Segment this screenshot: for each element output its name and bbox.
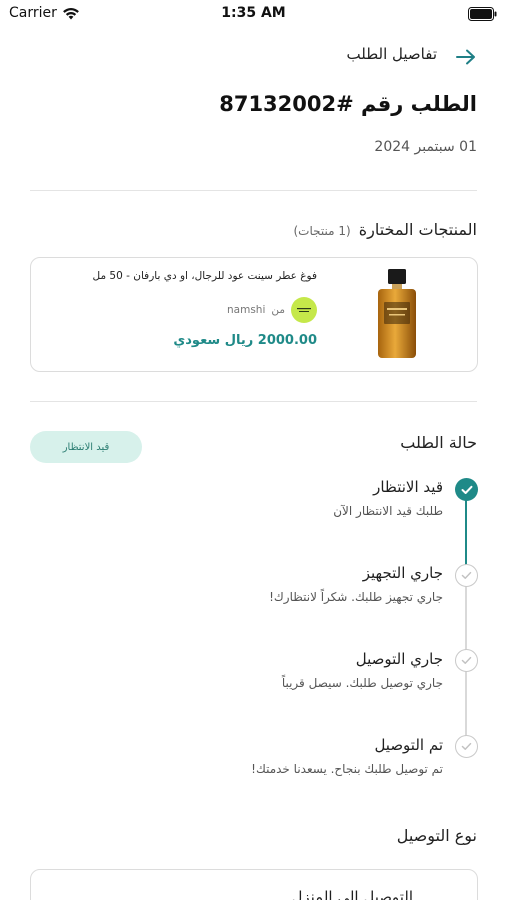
status-section-title: حالة الطلب bbox=[400, 433, 477, 452]
order-date: 01 سبتمبر 2024 bbox=[374, 139, 477, 155]
step-desc-delivering: جاري توصيل طلبك. سيصل قريباً bbox=[281, 676, 443, 690]
delivery-section-header: نوع التوصيل bbox=[397, 826, 477, 845]
timeline-connector-active bbox=[465, 500, 467, 566]
order-number-title: الطلب رقم #87132002 bbox=[219, 92, 477, 116]
timeline-connector bbox=[465, 671, 467, 736]
step-check-icon bbox=[455, 649, 478, 672]
step-desc-delivered: تم توصيل طلبك بنجاح. يسعدنا خدمتك! bbox=[251, 762, 443, 776]
back-button[interactable] bbox=[453, 44, 479, 70]
products-section-header: المنتجات المختارة (1 منتجات) bbox=[294, 220, 478, 239]
step-title-delivered: تم التوصيل bbox=[374, 736, 443, 754]
product-price: 2000.00 ريال سعودي bbox=[173, 333, 317, 348]
seller-from-label: من bbox=[271, 304, 285, 316]
clock: 1:35 AM bbox=[221, 5, 286, 21]
arrow-right-icon bbox=[456, 49, 475, 65]
delivery-type-card[interactable]: التوصيل إلى المنزل bbox=[30, 869, 478, 900]
seller-logo bbox=[291, 297, 317, 323]
timeline-connector bbox=[465, 586, 467, 651]
product-card[interactable]: فوغ عطر سينت عود للرجال، او دي بارفان - … bbox=[30, 257, 478, 372]
step-desc-pending: طلبك قيد الانتظار الآن bbox=[333, 504, 443, 518]
seller-name: namshi bbox=[227, 304, 266, 316]
page-header-title: تفاصيل الطلب bbox=[346, 45, 437, 63]
step-check-icon bbox=[455, 478, 478, 501]
products-section-title: المنتجات المختارة bbox=[358, 220, 477, 239]
delivery-type-value: التوصيل إلى المنزل bbox=[291, 888, 413, 900]
delivery-section-title: نوع التوصيل bbox=[396, 826, 477, 845]
seller-logo-mark bbox=[297, 308, 311, 312]
status-bar: Carrier 1:35 AM bbox=[0, 0, 507, 30]
seller-row: من namshi bbox=[227, 297, 317, 323]
step-title-delivering: جاري التوصيل bbox=[355, 650, 443, 668]
step-desc-preparing: جاري تجهيز طلبك. شكراً لانتظارك! bbox=[269, 590, 443, 604]
divider bbox=[30, 190, 477, 191]
status-section-header: حالة الطلب bbox=[400, 433, 477, 452]
product-image bbox=[378, 269, 416, 358]
products-count: (1 منتجات) bbox=[293, 224, 351, 238]
step-check-icon bbox=[455, 564, 478, 587]
status-badge: قيد الانتظار bbox=[30, 431, 142, 463]
product-name[interactable]: فوغ عطر سينت عود للرجال، او دي بارفان - … bbox=[57, 270, 318, 282]
step-title-preparing: جاري التجهيز bbox=[362, 564, 443, 582]
battery-icon bbox=[468, 7, 497, 21]
step-check-icon bbox=[455, 735, 478, 758]
divider bbox=[30, 401, 477, 402]
step-title-pending: قيد الانتظار bbox=[373, 478, 443, 496]
